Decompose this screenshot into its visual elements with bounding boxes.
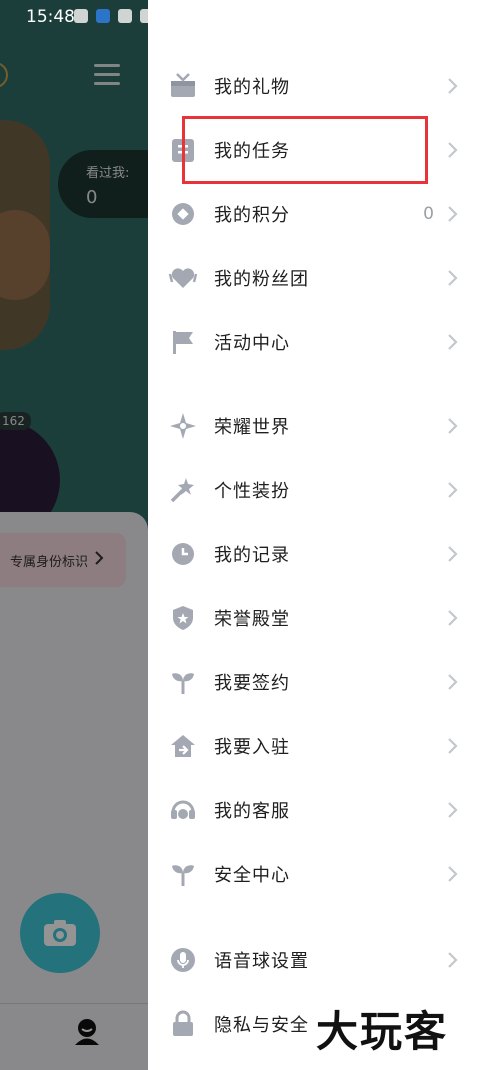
clock-icon	[172, 543, 194, 565]
chevron-right-icon	[448, 482, 458, 498]
menu-item-customer-service[interactable]: 我的客服	[148, 782, 480, 838]
chevron-right-icon	[448, 206, 458, 222]
menu-item-label: 个性装扮	[214, 481, 290, 502]
background-app: 看过我: 0 162 专属身份标识	[0, 0, 148, 1070]
menu-item-label: 隐私与安全	[214, 1015, 309, 1036]
dim-overlay[interactable]	[0, 0, 148, 1070]
mail-notification-icon	[118, 9, 132, 23]
magic-wand-icon	[170, 478, 194, 503]
sprout-icon	[172, 865, 194, 886]
menu-item-label: 我的积分	[214, 205, 290, 226]
menu-item-my-records[interactable]: 我的记录	[148, 526, 480, 582]
menu-item-label: 我的粉丝团	[214, 269, 309, 290]
chevron-right-icon	[448, 334, 458, 350]
menu-item-my-points[interactable]: 我的积分 0	[148, 186, 480, 242]
menu-item-label: 语音球设置	[214, 951, 309, 972]
menu-item-settle-in[interactable]: 我要入驻	[148, 718, 480, 774]
chevron-right-icon	[448, 952, 458, 968]
app-notification-icon	[74, 9, 88, 23]
lock-icon	[173, 1010, 193, 1036]
menu-item-sign-contract[interactable]: 我要签约	[148, 654, 480, 710]
menu-item-label: 我的礼物	[214, 77, 290, 98]
points-value: 0	[423, 204, 434, 224]
chevron-right-icon	[448, 802, 458, 818]
browser-notification-icon	[96, 9, 110, 23]
sprout-icon	[172, 673, 194, 694]
menu-item-label: 我要入驻	[214, 737, 290, 758]
chevron-right-icon	[448, 738, 458, 754]
menu-item-voice-ball-settings[interactable]: 语音球设置	[148, 932, 480, 988]
menu-item-activity-center[interactable]: 活动中心	[148, 314, 480, 370]
menu-item-label: 荣誉殿堂	[214, 609, 290, 630]
menu-item-security-center[interactable]: 安全中心	[148, 846, 480, 902]
menu-item-label: 我的记录	[214, 545, 290, 566]
watermark-logo: 大玩客	[316, 1007, 449, 1056]
flag-icon	[173, 331, 193, 354]
menu-item-glory-world[interactable]: 荣耀世界	[148, 398, 480, 454]
status-notification-icons	[74, 9, 154, 23]
chevron-right-icon	[448, 610, 458, 626]
gift-icon	[171, 73, 195, 97]
chevron-right-icon	[448, 866, 458, 882]
menu-item-my-gifts[interactable]: 我的礼物	[148, 58, 480, 114]
chevron-right-icon	[448, 78, 458, 94]
chevron-right-icon	[448, 546, 458, 562]
points-coin-icon	[172, 203, 194, 225]
home-arrow-icon	[171, 735, 195, 757]
menu-item-label: 我要签约	[214, 673, 290, 694]
menu-item-label: 安全中心	[214, 865, 290, 886]
microphone-icon	[171, 948, 195, 972]
chevron-right-icon	[448, 674, 458, 690]
menu-item-label: 活动中心	[214, 333, 290, 354]
shield-star-icon	[173, 606, 193, 630]
highlight-annotation-box	[182, 116, 428, 184]
menu-item-fan-club[interactable]: 我的粉丝团	[148, 250, 480, 306]
chevron-right-icon	[448, 270, 458, 286]
chevron-right-icon	[448, 142, 458, 158]
menu-item-hall-of-honor[interactable]: 荣誉殿堂	[148, 590, 480, 646]
fan-club-heart-icon	[168, 268, 198, 288]
menu-item-label: 我的客服	[214, 801, 290, 822]
menu-item-label: 荣耀世界	[214, 417, 290, 438]
headset-icon	[171, 800, 195, 819]
compass-star-icon	[170, 413, 196, 439]
status-time: 15:48	[26, 7, 75, 27]
chevron-right-icon	[448, 418, 458, 434]
menu-item-personal-dress-up[interactable]: 个性装扮	[148, 462, 480, 518]
